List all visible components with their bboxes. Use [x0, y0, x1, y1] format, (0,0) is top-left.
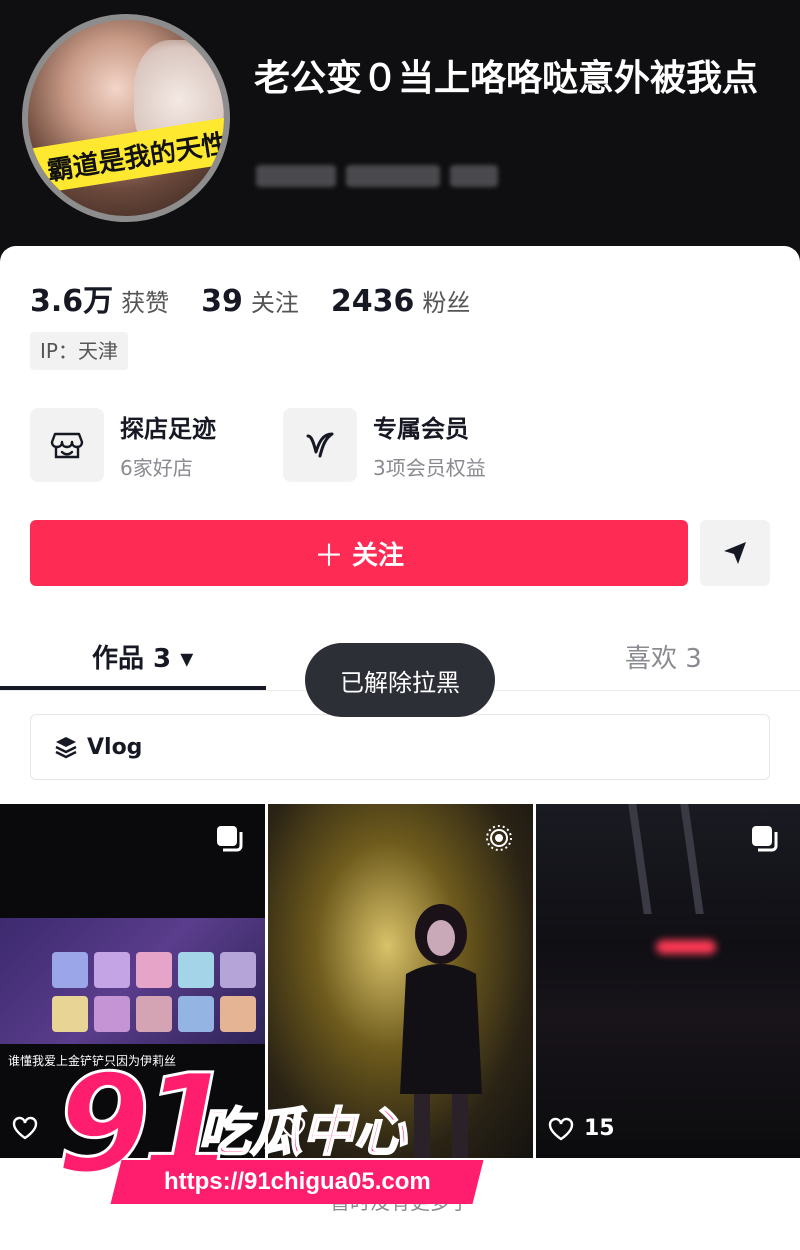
multi-image-icon: [217, 826, 243, 852]
send-icon: [724, 542, 746, 564]
follow-label: 关注: [351, 540, 404, 571]
collection-label: Vlog: [87, 734, 143, 760]
heart-icon: [548, 1117, 574, 1140]
v-member-icon: [283, 408, 357, 482]
profile-header: 霸道是我的天性 老公变０当上咯咯哒意外被我点: [0, 0, 800, 260]
multi-image-icon: [752, 826, 778, 852]
following-count[interactable]: 39: [201, 284, 243, 319]
plus-icon: ＋: [313, 539, 344, 574]
tab-likes[interactable]: 喜欢 3: [625, 638, 702, 675]
profile-name: 老公变０当上咯咯哒意外被我点: [254, 58, 759, 99]
fans-label[interactable]: 粉丝: [422, 283, 470, 318]
profile-stats: 3.6万 获赞 39 关注 2436 粉丝: [30, 276, 502, 320]
store-icon: [30, 408, 104, 482]
watermark-text: 吃瓜中心: [197, 1102, 407, 1164]
follow-button[interactable]: ＋ 关注: [30, 520, 688, 586]
like-count: [12, 1116, 48, 1140]
following-label[interactable]: 关注: [251, 283, 299, 318]
feature-subtitle: 6家好店: [120, 456, 193, 480]
car-lights: [656, 940, 716, 954]
feature-title: 专属会员: [373, 415, 469, 443]
send-message-button[interactable]: [700, 520, 770, 586]
tab-works[interactable]: 作品 3 ▾: [92, 638, 193, 675]
live-photo-icon: [486, 825, 512, 851]
bridge-shape: [628, 804, 704, 914]
like-value: 15: [584, 1116, 615, 1141]
like-count: 15: [548, 1116, 615, 1141]
unblocked-toast: 已解除拉黑: [305, 643, 495, 717]
ip-location-tag: IP：天津: [30, 332, 128, 370]
collection-vlog[interactable]: Vlog: [30, 714, 770, 780]
likes-label: 获赞: [121, 289, 170, 317]
store-visits-entry[interactable]: 探店足迹 6家好店: [30, 408, 216, 482]
likes-count: 3.6万: [30, 284, 114, 319]
layers-icon: [55, 737, 77, 759]
fans-count[interactable]: 2436: [331, 284, 415, 319]
feature-subtitle: 3项会员权益: [373, 456, 486, 480]
heart-icon: [12, 1116, 38, 1140]
watermark-logo: 91 吃瓜中心 https://91chigua05.com: [54, 1045, 486, 1212]
feature-title: 探店足迹: [120, 415, 216, 443]
watermark-url: https://91chigua05.com: [163, 1168, 431, 1195]
avatar[interactable]: 霸道是我的天性: [22, 14, 230, 222]
watermark-url-banner: https://91chigua05.com: [110, 1160, 484, 1204]
avatar-caption: 霸道是我的天性: [28, 114, 224, 196]
blurred-account-id: [256, 165, 498, 189]
membership-entry[interactable]: 专属会员 3项会员权益: [283, 408, 486, 482]
game-screenshot: [0, 918, 265, 1044]
video-thumbnail[interactable]: 15: [536, 804, 800, 1158]
